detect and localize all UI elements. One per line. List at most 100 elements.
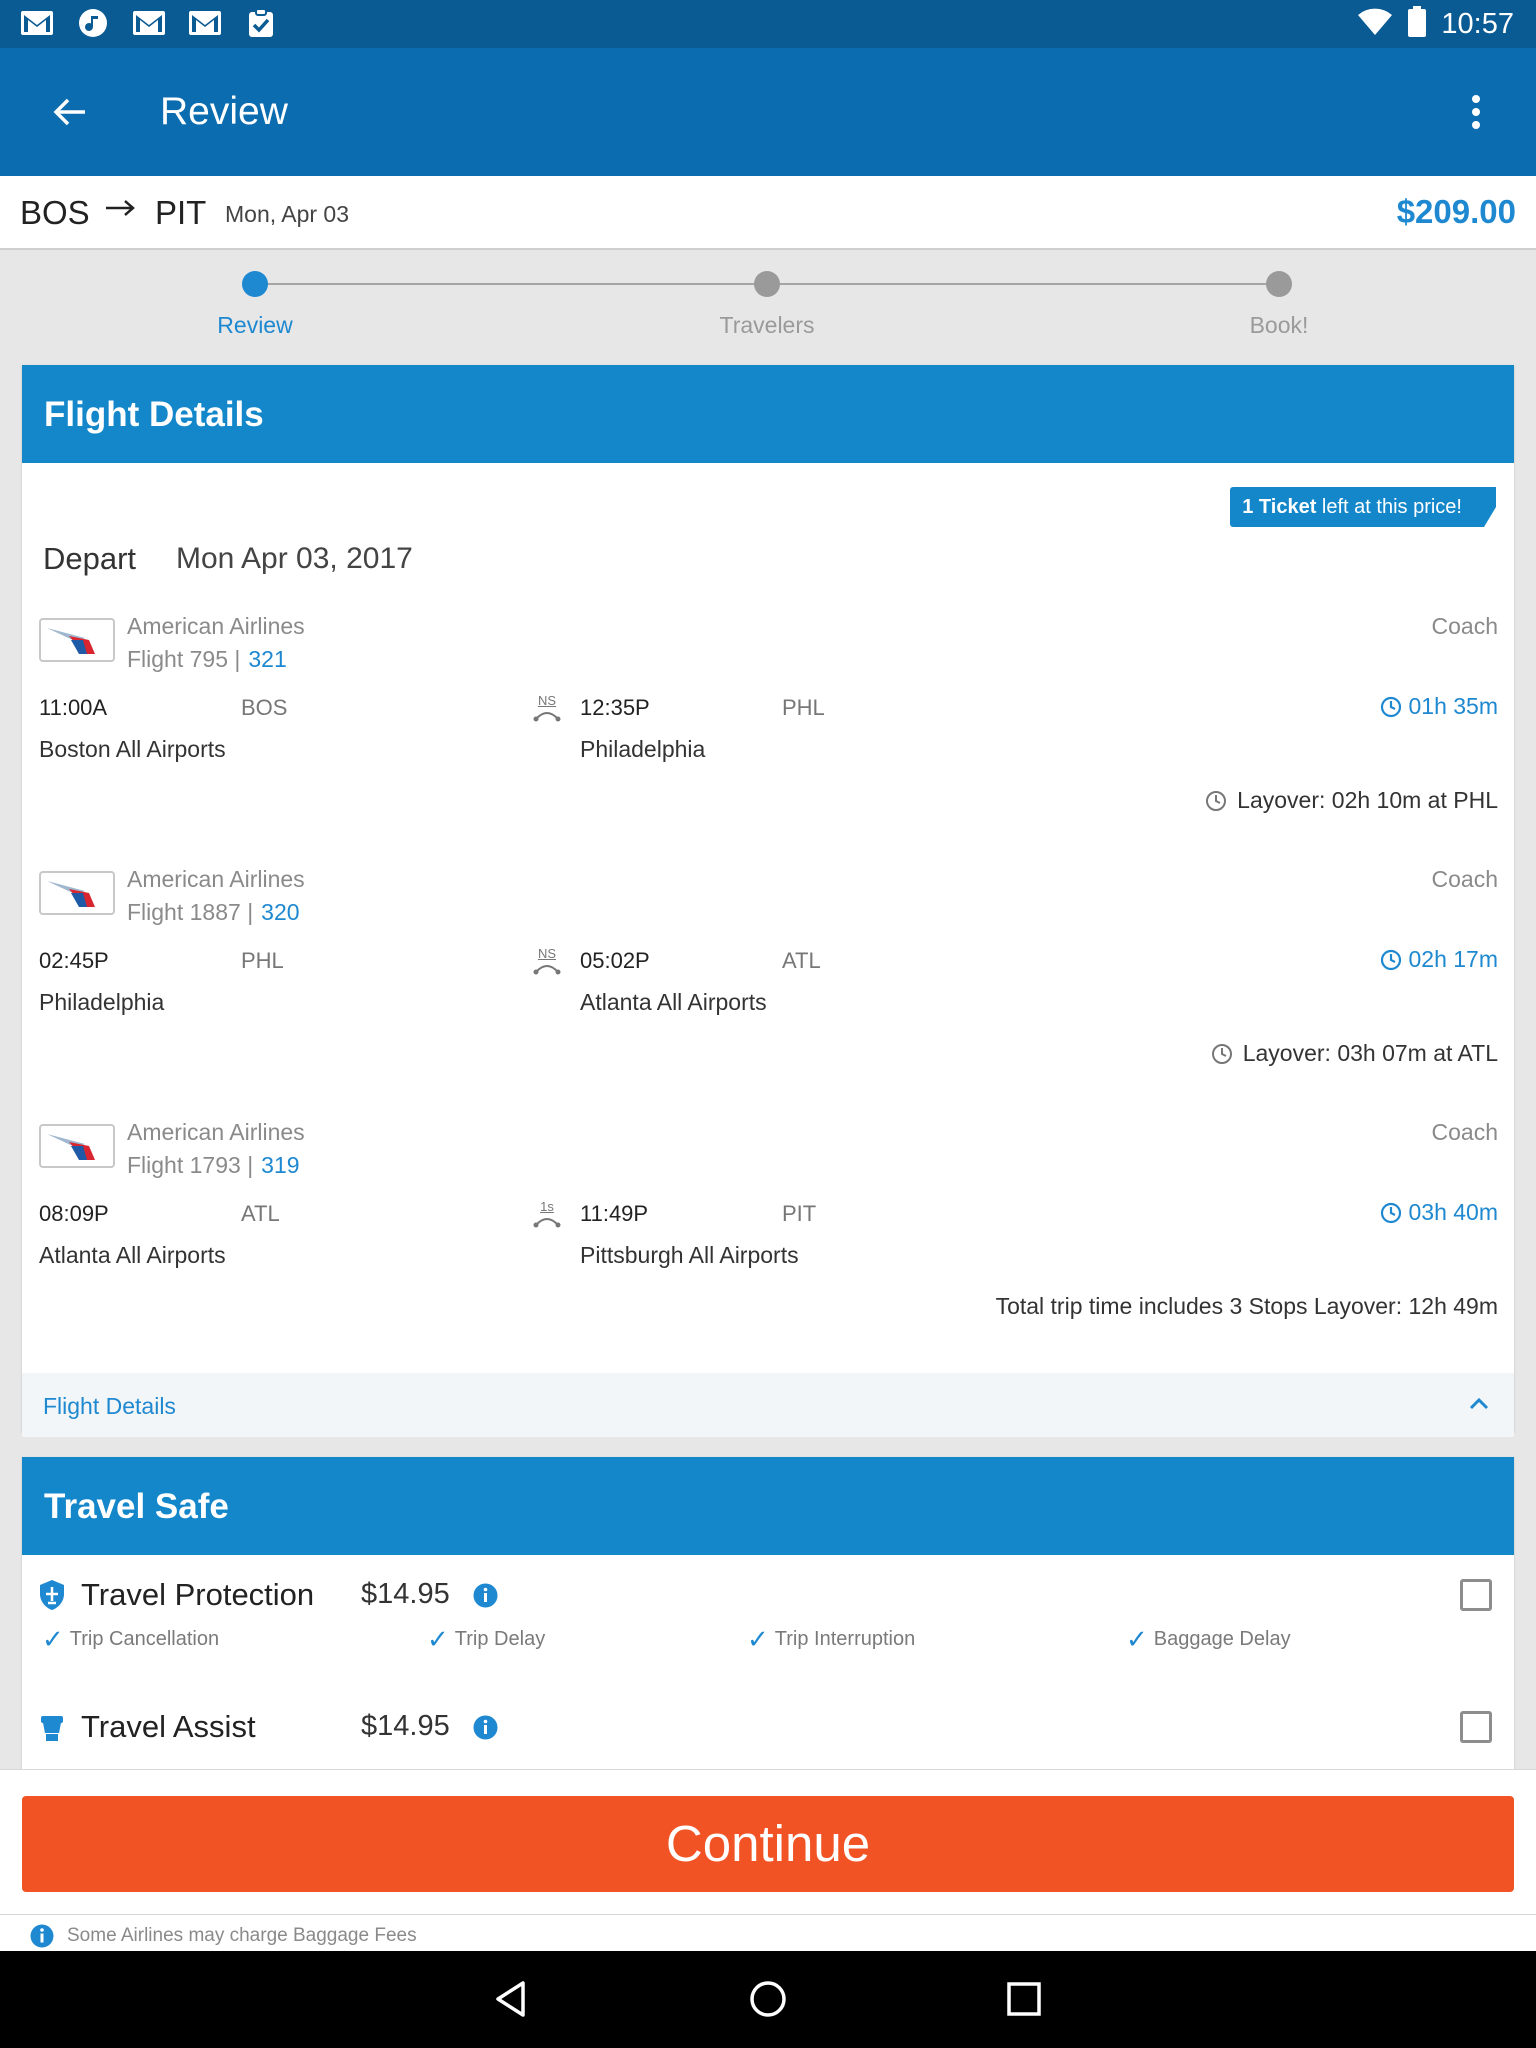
duration-text: 01h 35m: [1408, 693, 1498, 719]
music-icon: [76, 8, 110, 38]
departure-city: Atlanta All Airports: [39, 1242, 226, 1268]
flight-number: Flight 1793 | 319: [127, 1152, 300, 1179]
departure-city: Philadelphia: [39, 989, 165, 1015]
step-dot-review: [242, 271, 268, 297]
gmail-icon: [188, 8, 222, 38]
travel-protection-price: $14.95: [361, 1578, 450, 1610]
flight-number: Flight 795 | 321: [127, 646, 287, 673]
route-arrow-icon: [104, 190, 136, 232]
back-nav-icon[interactable]: [484, 1971, 540, 2027]
duration-text: 03h 40m: [1408, 1199, 1498, 1225]
travel-safe-card: Travel Safe Travel Protection $14.95 Tra…: [22, 1457, 1514, 1777]
info-icon[interactable]: [473, 1715, 498, 1740]
total-trip-time: Total trip time includes 3 Stops Layover…: [995, 1293, 1498, 1319]
gmail-icon: [20, 8, 54, 38]
navigation-bar: [0, 1951, 1536, 2048]
gmail-icon: [132, 8, 166, 38]
checkmark-icon: ✓: [1126, 1624, 1148, 1654]
stepper-line: [255, 283, 767, 285]
clock-icon: [1206, 790, 1227, 811]
chevron-up-icon: [1469, 1397, 1489, 1410]
travel-assist-checkbox[interactable]: [1460, 1711, 1492, 1743]
checkmark-icon: ✓: [427, 1624, 449, 1654]
status-bar: 10:57: [0, 0, 1536, 48]
travel-protection-option[interactable]: Travel Protection $14.95: [22, 1565, 1514, 1625]
travel-date: Mon, Apr 03: [225, 201, 350, 227]
overflow-menu-icon[interactable]: [1456, 88, 1496, 136]
tickets-left-badge: 1 Ticket left at this price!: [1230, 487, 1496, 527]
concierge-icon: [41, 1716, 63, 1741]
wifi-icon: [1357, 7, 1393, 42]
travel-safe-header: Travel Safe: [22, 1457, 1514, 1555]
cabin-class: Coach: [1431, 866, 1498, 892]
baggage-fees-note: Some Airlines may charge Baggage Fees: [0, 1914, 1536, 1952]
departure-airport-code: ATL: [241, 1201, 280, 1226]
checkmark-icon: ✓: [747, 1624, 769, 1654]
travel-assist-label: Travel Assist: [81, 1709, 256, 1744]
aircraft-code[interactable]: 320: [261, 899, 299, 925]
departure-airport-code: BOS: [241, 695, 288, 720]
step-review[interactable]: Review: [217, 312, 292, 339]
step-travelers[interactable]: Travelers: [720, 312, 815, 339]
origin-code: BOS: [20, 194, 90, 231]
clock-icon: [1211, 1043, 1232, 1064]
bottom-panel: Continue Some Airlines may charge Baggag…: [0, 1769, 1536, 1951]
flight-duration: 03h 40m: [1380, 1199, 1498, 1226]
route-summary: BOS PIT Mon, Apr 03 $209.00: [0, 176, 1536, 250]
arrival-time: 12:35P: [580, 695, 650, 720]
feature-label: Trip Interruption: [774, 1627, 916, 1650]
flight-segment: American Airlines Flight 795 | 321 Coach …: [22, 601, 1514, 851]
step-dot-book: [1266, 271, 1292, 297]
info-icon[interactable]: [473, 1583, 498, 1608]
page-title: Review: [160, 90, 288, 133]
airline-name: American Airlines: [127, 1119, 305, 1145]
arrival-city: Atlanta All Airports: [580, 989, 767, 1015]
tickets-left-text: left at this price!: [1316, 496, 1462, 518]
one-stop-icon: 1s: [533, 1199, 561, 1229]
feature-label: Trip Delay: [454, 1627, 546, 1650]
airline-name: American Airlines: [127, 866, 305, 892]
arrival-airport-code: ATL: [782, 948, 821, 973]
american-airlines-logo: [39, 618, 115, 662]
departure-time: 08:09P: [39, 1201, 109, 1226]
flight-details-card: Flight Details 1 Ticket left at this pri…: [22, 365, 1514, 1437]
layover-text: Layover: 03h 07m at ATL: [1242, 1040, 1498, 1066]
arrival-airport-code: PHL: [782, 695, 825, 720]
arrival-time: 05:02P: [580, 948, 650, 973]
home-nav-icon[interactable]: [740, 1971, 796, 2027]
continue-button[interactable]: Continue: [22, 1796, 1514, 1892]
travel-assist-option[interactable]: Travel Assist $14.95: [22, 1697, 1514, 1757]
destination-code: PIT: [155, 194, 207, 231]
booking-stepper: Review Travelers Book!: [0, 252, 1536, 362]
arrival-city: Philadelphia: [580, 736, 706, 762]
departure-airport-code: PHL: [241, 948, 284, 973]
flight-details-toggle[interactable]: Flight Details: [22, 1373, 1514, 1437]
arrival-time: 11:49P: [580, 1201, 649, 1226]
flight-number: Flight 1887 | 320: [127, 899, 300, 926]
nonstop-icon: NS: [533, 693, 561, 723]
flight-number-text: Flight 795 |: [127, 646, 241, 672]
airline-name: American Airlines: [127, 613, 305, 639]
travel-protection-checkbox[interactable]: [1460, 1579, 1492, 1611]
feature-trip-delay: ✓ Trip Delay: [427, 1626, 545, 1652]
total-price: $209.00: [1396, 193, 1516, 230]
app-bar: Review: [0, 48, 1536, 176]
baggage-fees-text: Some Airlines may charge Baggage Fees: [67, 1925, 417, 1946]
checkmark-icon: ✓: [42, 1624, 64, 1654]
feature-label: Trip Cancellation: [69, 1627, 220, 1650]
duration-text: 02h 17m: [1408, 946, 1498, 972]
american-airlines-logo: [39, 1124, 115, 1168]
departure-time: 02:45P: [39, 948, 109, 973]
flight-number-text: Flight 1793 |: [127, 1152, 254, 1178]
feature-baggage-delay: ✓ Baggage Delay: [1126, 1626, 1291, 1652]
info-icon: [30, 1924, 54, 1948]
aircraft-code[interactable]: 319: [261, 1152, 299, 1178]
aircraft-code[interactable]: 321: [248, 646, 286, 672]
cabin-class: Coach: [1431, 613, 1498, 639]
step-book[interactable]: Book!: [1250, 312, 1309, 339]
flight-duration: 01h 35m: [1380, 693, 1498, 720]
feature-trip-cancellation: ✓ Trip Cancellation: [42, 1626, 219, 1652]
back-arrow-icon[interactable]: [46, 88, 94, 136]
clipboard-check-icon: [244, 8, 278, 38]
recents-nav-icon[interactable]: [996, 1971, 1052, 2027]
